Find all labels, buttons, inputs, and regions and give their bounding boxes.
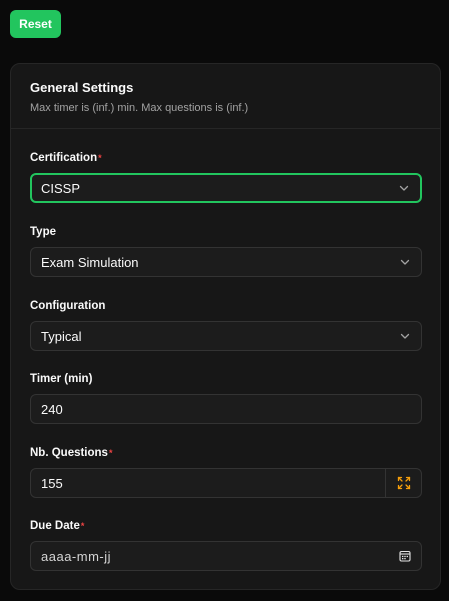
questions-value: 155 — [41, 475, 63, 491]
card-description: Max timer is (inf.) min. Max questions i… — [30, 102, 249, 114]
card-header: General Settings Max timer is (inf.) min… — [11, 64, 440, 129]
due-date-label: Due Date — [30, 520, 80, 532]
type-value: Exam Simulation — [41, 254, 139, 270]
configuration-field: Configuration Typical — [30, 299, 422, 351]
questions-input[interactable]: 155 — [30, 468, 422, 498]
reset-button[interactable]: Reset — [10, 10, 61, 38]
questions-label: Nb. Questions — [30, 447, 108, 459]
due-date-placeholder: aaaa-mm-jj — [41, 548, 112, 564]
type-field: Type Exam Simulation — [30, 225, 422, 277]
configuration-value: Typical — [41, 328, 82, 344]
chevron-down-icon — [400, 333, 410, 339]
certification-field: Certification* CISSP — [30, 151, 422, 203]
type-select[interactable]: Exam Simulation — [30, 247, 422, 277]
due-date-field: Due Date* aaaa-mm-jj — [30, 519, 422, 571]
configuration-select[interactable]: Typical — [30, 321, 422, 351]
type-label: Type — [30, 226, 56, 238]
required-marker: * — [98, 153, 102, 163]
required-marker: * — [108, 448, 113, 458]
questions-max-button[interactable] — [385, 469, 421, 497]
expand-icon — [397, 476, 410, 490]
calendar-icon[interactable] — [399, 550, 411, 562]
chevron-down-icon — [399, 185, 409, 191]
certification-value: CISSP — [41, 180, 81, 196]
required-marker: * — [80, 521, 85, 531]
certification-label: Certification — [30, 152, 98, 164]
card-title: General Settings — [30, 80, 134, 95]
due-date-input[interactable]: aaaa-mm-jj — [30, 541, 422, 571]
certification-select[interactable]: CISSP — [30, 173, 422, 203]
chevron-down-icon — [400, 259, 410, 265]
questions-field: Nb. Questions* 155 — [30, 446, 422, 498]
timer-label: Timer (min) — [30, 373, 93, 385]
general-settings-card: General Settings Max timer is (inf.) min… — [10, 63, 441, 590]
timer-input[interactable]: 240 — [30, 394, 422, 424]
timer-field: Timer (min) 240 — [30, 372, 422, 424]
configuration-label: Configuration — [30, 300, 106, 312]
timer-value: 240 — [41, 401, 63, 417]
